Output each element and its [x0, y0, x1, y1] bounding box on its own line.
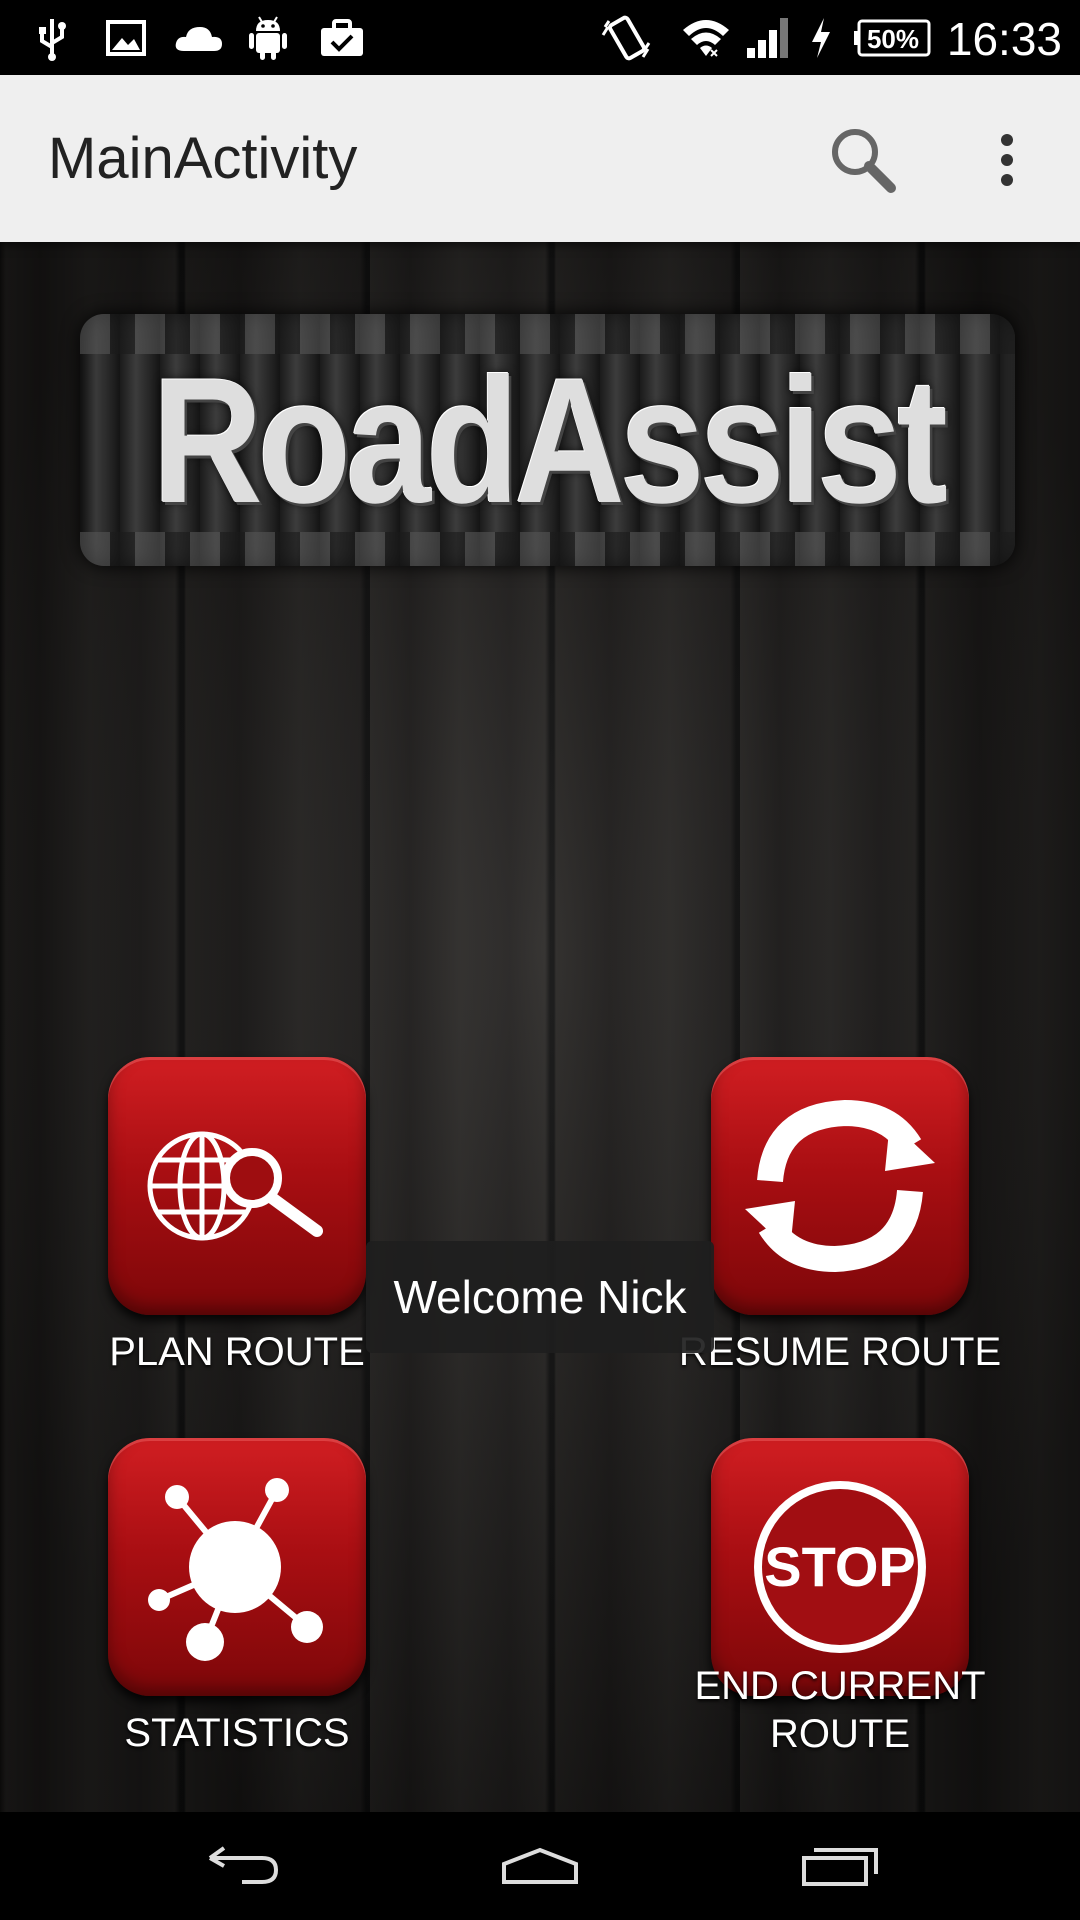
clock: 16:33 — [946, 13, 1062, 65]
network-nodes-icon — [148, 1478, 323, 1661]
plan-route-button[interactable] — [108, 1057, 366, 1315]
stop-icon-text: STOP — [764, 1535, 915, 1598]
page-title: MainActivity — [48, 126, 358, 191]
wifi-icon — [680, 0, 732, 75]
signal-icon — [744, 0, 792, 75]
resume-route-button[interactable] — [711, 1057, 969, 1315]
navigation-bar — [0, 1812, 1080, 1920]
main-content: RoadAssist PLAN ROUTE RESUME ROUTE STATI… — [0, 242, 1080, 1812]
briefcase-check-icon — [318, 0, 366, 75]
plan-route-label: PLAN ROUTE — [109, 1330, 365, 1374]
back-icon — [208, 1846, 279, 1884]
resume-route-label: RESUME ROUTE — [678, 1330, 1002, 1374]
home-button[interactable] — [470, 1826, 610, 1906]
usb-icon — [30, 0, 74, 75]
toast-message: Welcome Nick — [366, 1241, 714, 1353]
logo-text: RoadAssist — [152, 340, 948, 540]
cloud-icon — [172, 0, 226, 75]
image-icon — [104, 0, 148, 75]
back-button[interactable] — [172, 1826, 312, 1906]
search-icon — [832, 129, 896, 193]
refresh-arrows-icon — [745, 1099, 935, 1273]
statistics-button[interactable] — [108, 1438, 366, 1696]
home-icon — [502, 1847, 578, 1884]
charging-icon — [804, 0, 838, 75]
recents-button[interactable] — [770, 1826, 910, 1906]
end-route-button[interactable]: STOP — [711, 1438, 969, 1696]
overflow-menu-icon — [1001, 134, 1013, 186]
search-button[interactable] — [818, 115, 908, 205]
vibrate-icon — [598, 0, 654, 75]
globe-search-icon — [147, 1131, 323, 1241]
battery-level: 50% — [866, 24, 920, 54]
status-bar: 50% 16:33 — [0, 0, 1080, 75]
android-icon — [246, 0, 290, 75]
app-bar: MainActivity — [0, 75, 1080, 242]
end-route-label: END CURRENT ROUTE — [694, 1664, 986, 1756]
recents-icon — [802, 1848, 878, 1886]
app-logo: RoadAssist — [80, 314, 1015, 566]
stop-sign-icon: STOP — [754, 1481, 926, 1653]
statistics-label: STATISTICS — [124, 1711, 350, 1755]
overflow-menu-button[interactable] — [962, 115, 1052, 205]
